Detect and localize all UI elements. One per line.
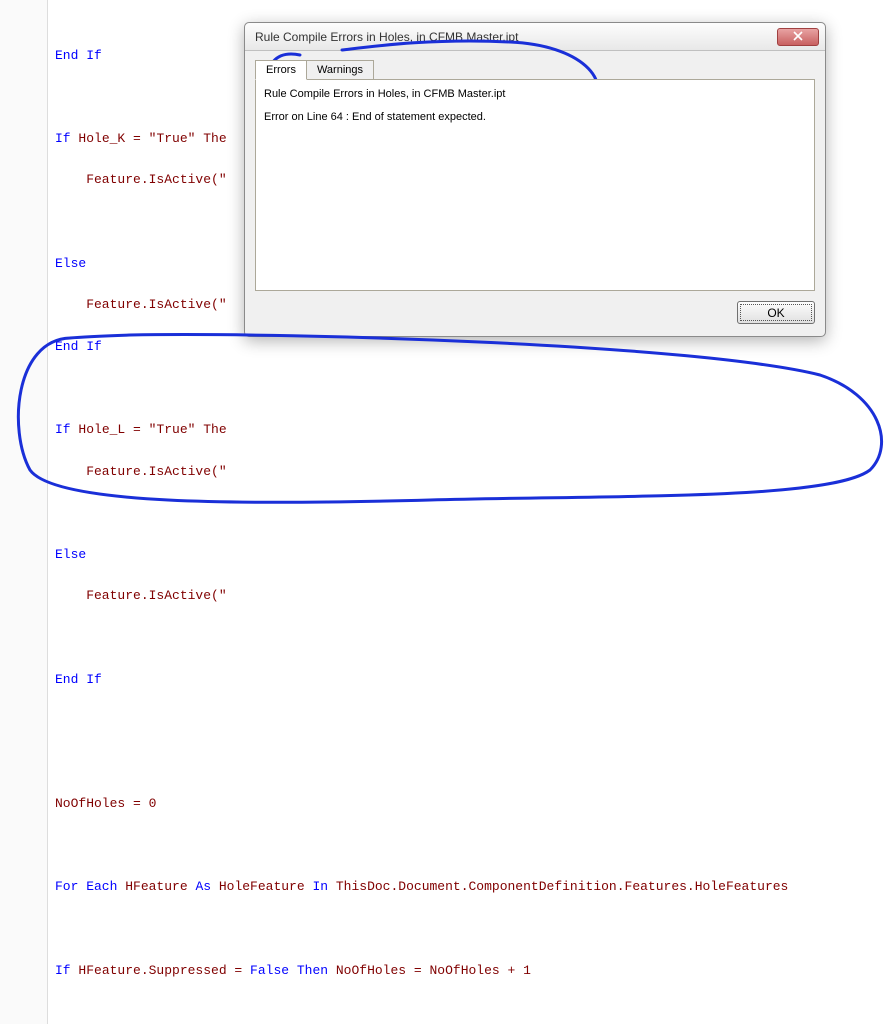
dialog-title: Rule Compile Errors in Holes, in CFMB Ma… (255, 30, 777, 44)
errors-listbox[interactable]: Rule Compile Errors in Holes, in CFMB Ma… (255, 79, 815, 291)
dialog-titlebar[interactable]: Rule Compile Errors in Holes, in CFMB Ma… (245, 23, 825, 51)
error-heading: Rule Compile Errors in Holes, in CFMB Ma… (264, 86, 806, 103)
tab-errors[interactable]: Errors (255, 60, 307, 80)
compile-errors-dialog: Rule Compile Errors in Holes, in CFMB Ma… (244, 22, 826, 337)
gutter (0, 0, 48, 1024)
code-text: End If (55, 48, 102, 63)
ok-button[interactable]: OK (737, 301, 815, 324)
tab-warnings[interactable]: Warnings (306, 60, 374, 80)
error-line: Error on Line 64 : End of statement expe… (264, 109, 806, 126)
close-icon (793, 30, 803, 44)
close-button[interactable] (777, 28, 819, 46)
tab-bar: Errors Warnings (255, 60, 815, 80)
